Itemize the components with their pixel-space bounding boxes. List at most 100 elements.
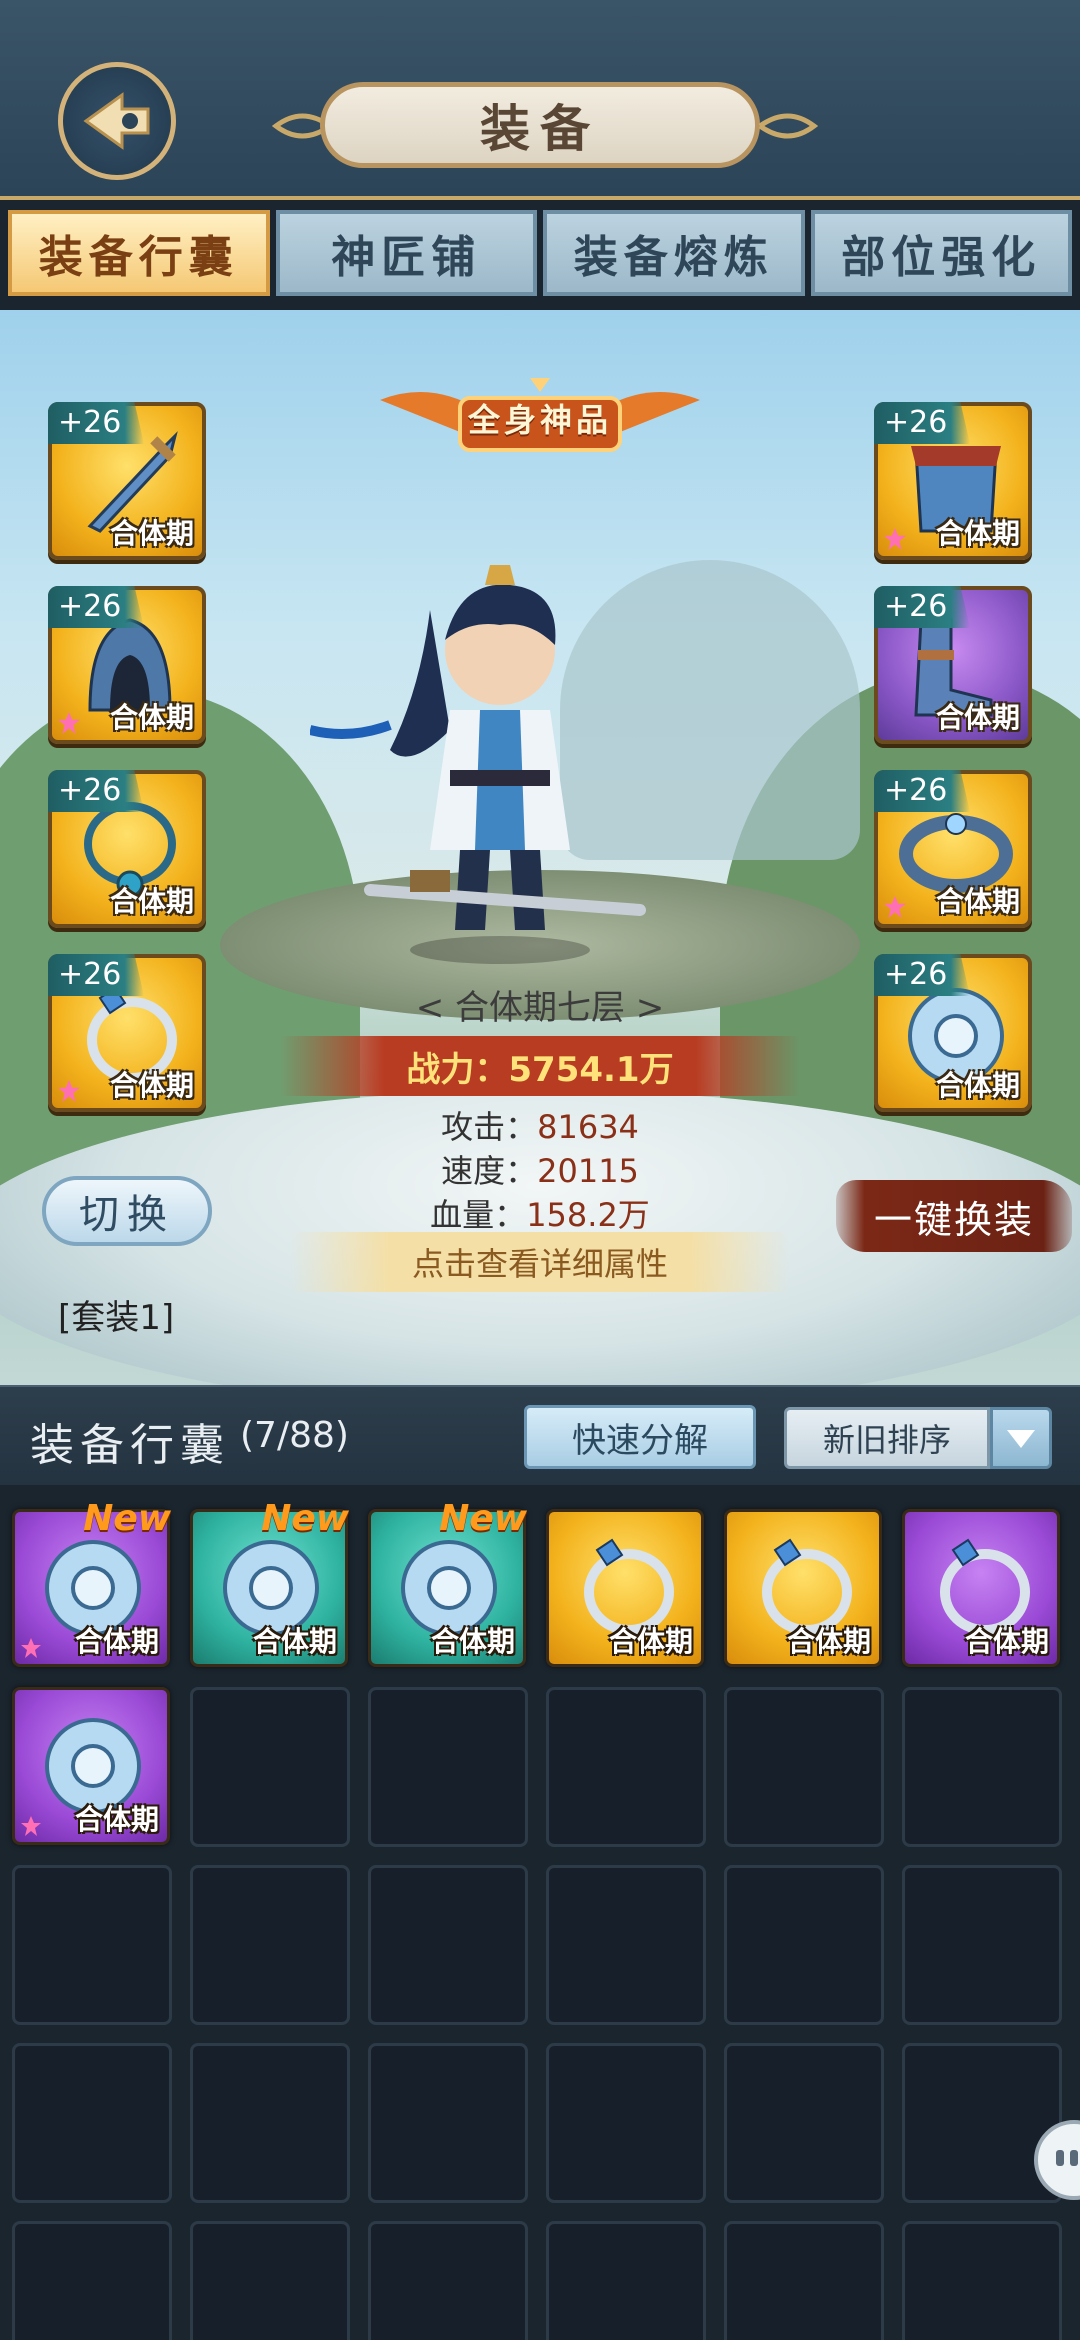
slot-ring[interactable]: +26 合体期 — [48, 954, 206, 1112]
enhance-level-badge: +26 — [874, 402, 970, 444]
empty-slot — [368, 2043, 528, 2203]
inventory-title: 装备行囊 — [30, 1420, 230, 1471]
stat-value: 158.2万 — [526, 1196, 650, 1234]
star-icon — [21, 1638, 41, 1658]
slot-boots[interactable]: +26 合体期 — [874, 586, 1032, 744]
set-label: [套装1] — [58, 1298, 175, 1338]
tab-slot-enhance[interactable]: 部位强化 — [810, 210, 1072, 296]
tab-smelting[interactable]: 装备熔炼 — [543, 210, 805, 296]
slot-bracelet[interactable]: +26 合体期 — [874, 770, 1032, 928]
stage-label: 合体期 — [935, 517, 1020, 550]
stage-label: 合体期 — [935, 885, 1020, 918]
new-badge: New — [439, 1498, 527, 1539]
view-details-button[interactable]: 点击查看详细属性 — [290, 1232, 790, 1292]
equip-all-button[interactable]: 一键换装 — [836, 1180, 1072, 1252]
inventory-item[interactable]: 合体期 — [724, 1509, 882, 1667]
combat-power: 战力：5754.1万 — [280, 1036, 800, 1096]
back-button[interactable] — [58, 62, 176, 180]
inventory-item[interactable]: 合体期 — [12, 1687, 170, 1845]
hero-character[interactable] — [310, 550, 690, 970]
star-icon — [58, 1080, 80, 1102]
star-icon — [58, 712, 80, 734]
enhance-level-badge: +26 — [874, 586, 970, 628]
new-badge: New — [83, 1498, 171, 1539]
empty-slot — [902, 1687, 1062, 1847]
full-divine-banner: 全身神品 — [370, 370, 710, 466]
stat-key: 血量： — [430, 1196, 527, 1234]
realm-label: < 合体期七层 > — [415, 988, 665, 1028]
empty-slot — [724, 1687, 884, 1847]
empty-slot — [724, 2221, 884, 2340]
stage-label: 合体期 — [74, 1803, 159, 1836]
stat-value: 20115 — [537, 1152, 639, 1190]
stage-label: 合体期 — [109, 1069, 194, 1102]
stage-label: 合体期 — [109, 885, 194, 918]
page-title: 装备 — [320, 82, 760, 168]
enhance-level-badge: +26 — [48, 770, 144, 812]
slot-armor[interactable]: +26 合体期 — [874, 402, 1032, 560]
inventory-panel: 装备行囊 (7/88) 快速分解 新旧排序 合体期 New 合体期 New 合体期 New… — [0, 1385, 1080, 2340]
chat-bubble-icon — [1056, 2150, 1078, 2166]
stat-value: 81634 — [537, 1108, 639, 1146]
inventory-count: (7/88) — [240, 1415, 349, 1456]
floating-assistant-button[interactable] — [1034, 2120, 1080, 2200]
stat-attack: 攻击：81634 — [0, 1105, 1080, 1149]
slot-helmet[interactable]: +26 合体期 — [48, 586, 206, 744]
enhance-level-badge: +26 — [48, 586, 144, 628]
slot-necklace[interactable]: +26 合体期 — [48, 770, 206, 928]
empty-slot — [190, 1865, 350, 2025]
chevron-down-icon — [1007, 1430, 1035, 1448]
switch-set-button[interactable]: 切换 — [42, 1176, 212, 1246]
new-badge: New — [261, 1498, 349, 1539]
stage-label: 合体期 — [109, 517, 194, 550]
slot-amulet[interactable]: +26 合体期 — [874, 954, 1032, 1112]
empty-slot — [12, 2221, 172, 2340]
stage-label: 合体期 — [109, 701, 194, 734]
inventory-item[interactable]: 合体期 New — [368, 1498, 527, 1667]
banner-label: 全身神品 — [467, 401, 612, 439]
tab-equipment-bag[interactable]: 装备行囊 — [8, 210, 270, 296]
empty-slot — [724, 1865, 884, 2025]
empty-slot — [368, 1687, 528, 1847]
empty-slot — [724, 2043, 884, 2203]
stage-label: 合体期 — [74, 1625, 159, 1658]
empty-slot — [190, 1687, 350, 1847]
inventory-item[interactable]: 合体期 New — [12, 1498, 171, 1667]
character-scene: 全身神品 +26 合体期 +26 合体期 +26 合体期 +26 合体期 +26… — [0, 310, 1080, 1385]
empty-slot — [12, 1865, 172, 2025]
stage-label: 合体期 — [964, 1625, 1049, 1658]
header-bar: 装备 — [0, 0, 1080, 200]
slot-weapon[interactable]: +26 合体期 — [48, 402, 206, 560]
stat-key: 攻击： — [441, 1108, 538, 1146]
stage-label: 合体期 — [786, 1625, 871, 1658]
inventory-header: 装备行囊 (7/88) 快速分解 新旧排序 — [0, 1385, 1080, 1485]
star-icon — [884, 528, 906, 550]
empty-slot — [368, 2221, 528, 2340]
stage-label: 合体期 — [430, 1625, 515, 1658]
title-ornament-right — [758, 113, 818, 139]
inventory-item[interactable]: 合体期 New — [190, 1498, 349, 1667]
inventory-item[interactable]: 合体期 — [902, 1509, 1060, 1667]
inventory-item[interactable]: 合体期 — [546, 1509, 704, 1667]
empty-slot — [546, 1687, 706, 1847]
empty-slot — [902, 1865, 1062, 2025]
stage-label: 合体期 — [935, 701, 1020, 734]
tab-smithy[interactable]: 神匠铺 — [275, 210, 537, 296]
stage-label: 合体期 — [935, 1069, 1020, 1102]
stat-key: 速度： — [441, 1152, 538, 1190]
sort-dropdown-button[interactable] — [990, 1407, 1052, 1469]
sort-select[interactable]: 新旧排序 — [784, 1407, 990, 1469]
star-icon — [884, 896, 906, 918]
stage-label: 合体期 — [252, 1625, 337, 1658]
stage-label: 合体期 — [608, 1625, 693, 1658]
quick-decompose-button[interactable]: 快速分解 — [524, 1405, 756, 1469]
back-arrow-icon — [83, 92, 150, 150]
star-icon — [21, 1816, 41, 1836]
empty-slot — [546, 1865, 706, 2025]
enhance-level-badge: +26 — [48, 402, 144, 444]
empty-slot — [190, 2043, 350, 2203]
tab-bar: 装备行囊 神匠铺 装备熔炼 部位强化 — [8, 210, 1072, 296]
empty-slot — [902, 2221, 1062, 2340]
empty-slot — [12, 2043, 172, 2203]
empty-slot — [368, 1865, 528, 2025]
